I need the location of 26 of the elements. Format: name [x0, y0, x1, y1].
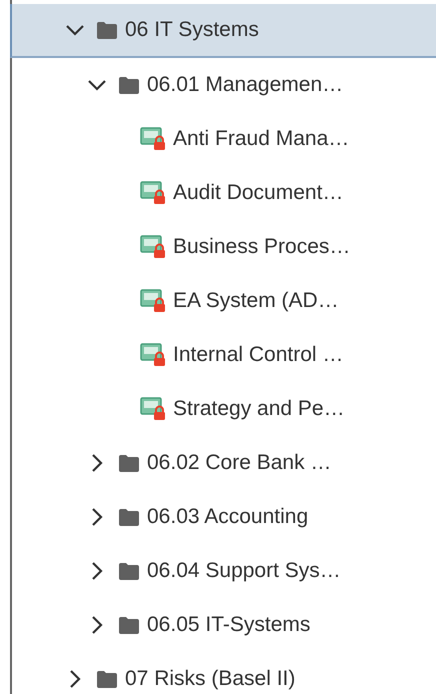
- tree-item-label[interactable]: Audit Document…: [173, 181, 344, 205]
- folder-icon: [96, 670, 118, 688]
- tree-item-label[interactable]: Internal Control …: [173, 343, 344, 367]
- folder-icon: [96, 22, 118, 38]
- tree-item-label[interactable]: Anti Fraud Mana…: [173, 127, 350, 151]
- tree-item-label[interactable]: 06.02 Core Bank …: [147, 451, 332, 475]
- tree-item-label[interactable]: 06.05 IT-Systems: [147, 613, 310, 637]
- tree-item-label[interactable]: EA System (AD…: [173, 289, 339, 313]
- tree-item-label[interactable]: 06 IT Systems: [125, 18, 259, 42]
- folder-icon: [118, 508, 140, 526]
- locked-app-icon: [140, 289, 166, 313]
- tree-item-label[interactable]: 06.04 Support Sys…: [147, 559, 341, 583]
- locked-app-icon: [140, 127, 166, 151]
- folder-icon: [118, 562, 140, 580]
- tree-item-label[interactable]: 06.03 Accounting: [147, 505, 308, 529]
- locked-app-icon: [140, 181, 166, 205]
- folder-icon: [118, 76, 140, 94]
- tree-item-label[interactable]: Strategy and Pe…: [173, 397, 345, 421]
- folder-icon: [118, 616, 140, 634]
- locked-app-icon: [140, 343, 166, 367]
- tree-item-label[interactable]: 06.01 Managemen…: [147, 73, 344, 97]
- locked-app-icon: [140, 235, 166, 259]
- tree-item-label[interactable]: Business Proces…: [173, 235, 350, 259]
- tree-item-label[interactable]: 07 Risks (Basel II): [125, 667, 296, 691]
- folder-icon: [118, 454, 140, 472]
- locked-app-icon: [140, 397, 166, 421]
